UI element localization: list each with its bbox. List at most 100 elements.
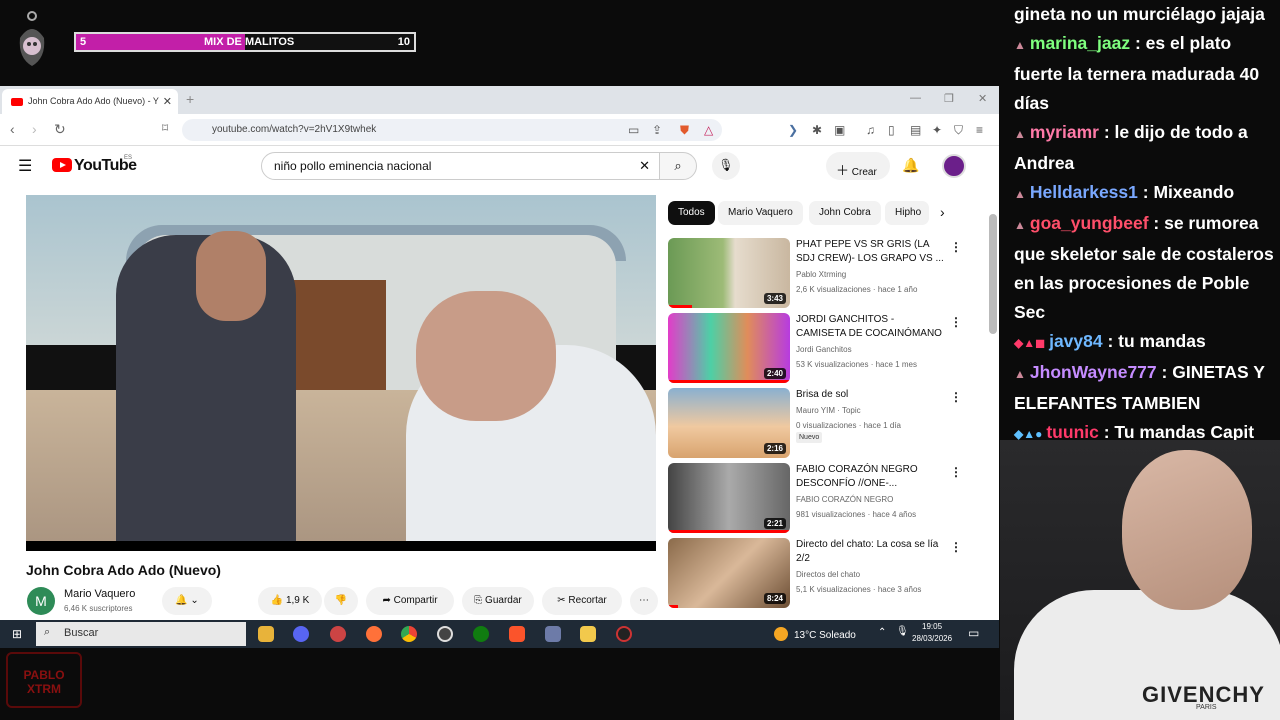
video-thumbnail[interactable]: 8:24 [668, 538, 790, 608]
more-vert-icon[interactable]: ⋮ [950, 390, 962, 404]
media-player-icon[interactable] [437, 626, 453, 642]
save-button[interactable]: ⎘ Guardar [462, 587, 534, 615]
address-bar[interactable]: youtube.com/watch?v=2hV1X9twhek [182, 119, 722, 141]
video-thumbnail[interactable]: 2:16 [668, 388, 790, 458]
chat-username[interactable]: JhonWayne777 [1030, 362, 1157, 382]
video-player[interactable] [26, 195, 656, 551]
chat-username[interactable]: marina_jaaz [1030, 33, 1130, 53]
file-explorer-icon[interactable] [580, 626, 596, 642]
chip-all[interactable]: Todos [668, 201, 715, 225]
browser-window: John Cobra Ado Ado (Nuevo) - Y ✕ + — ❐ ✕… [0, 86, 999, 620]
hamburger-menu-icon[interactable]: ☰ [18, 156, 32, 176]
channel-avatar[interactable]: M [27, 587, 55, 615]
discord-icon[interactable] [293, 626, 309, 642]
goal-progress-end: 10 [397, 36, 410, 48]
chip-john-cobra[interactable]: John Cobra [809, 201, 881, 225]
screenshot-icon[interactable]: ▣ [834, 123, 845, 137]
video-thumbnail[interactable]: 2:21 [668, 463, 790, 533]
brave-rewards-icon[interactable]: △ [704, 123, 713, 137]
weather-widget[interactable]: 13°C Soleado [774, 627, 856, 641]
notification-center-icon[interactable]: ▭ [968, 626, 979, 640]
recommendation-item[interactable]: 2:40 JORDI GANCHITOS - CAMISETA DE COCAI… [668, 313, 988, 383]
recommendation-item[interactable]: 3:43 PHAT PEPE VS SR GRIS (LA SDJ CREW)-… [668, 238, 988, 308]
music-icon[interactable]: ♫ [866, 123, 875, 137]
search-input[interactable]: niño pollo eminencia nacional ✕ [261, 152, 661, 180]
brave-shield-icon[interactable]: ⛊ [680, 123, 689, 138]
video-thumbnail[interactable]: 2:40 [668, 313, 790, 383]
wallet-icon[interactable]: ▤ [910, 123, 921, 137]
more-actions-button[interactable]: ⋯ [630, 587, 658, 615]
page-scrollbar[interactable] [989, 214, 997, 334]
close-window-icon[interactable]: ✕ [978, 92, 987, 105]
chat-username[interactable]: goa_yungbeef [1030, 213, 1149, 233]
app-icon-2[interactable] [545, 626, 561, 642]
system-clock[interactable]: 19:05 28/03/2026 [912, 621, 952, 645]
watch-progress-bar [668, 380, 790, 383]
reload-icon[interactable]: ↻ [54, 121, 66, 138]
store-icon[interactable] [258, 626, 274, 642]
obs-icon[interactable] [616, 626, 632, 642]
share-button[interactable]: ➦ Compartir [366, 587, 454, 615]
maximize-icon[interactable]: ❐ [944, 92, 954, 105]
more-vert-icon[interactable]: ⋮ [950, 465, 962, 479]
vpn-icon[interactable]: ⛉ [954, 123, 963, 138]
new-tab-icon[interactable]: + [186, 91, 194, 107]
video-channel: Mauro YIM · Topic [796, 406, 861, 415]
channel-subscribers: 6,46 K suscriptores [64, 604, 133, 613]
share-label: Compartir [393, 595, 438, 606]
close-tab-icon[interactable]: ✕ [163, 95, 172, 108]
chat-username[interactable]: myriamr [1030, 122, 1099, 142]
xbox-icon[interactable] [473, 626, 489, 642]
more-vert-icon[interactable]: ⋮ [950, 540, 962, 554]
puzzle-icon[interactable]: ✱ [812, 123, 822, 137]
chip-mario-vaquero[interactable]: Mario Vaquero [718, 201, 803, 225]
back-icon[interactable]: ‹ [10, 121, 15, 137]
subscription-bell-button[interactable]: 🔔 ⌄ [162, 587, 212, 615]
dislike-button[interactable]: 👎 [324, 587, 358, 615]
notifications-bell-icon[interactable]: 🔔 [902, 157, 919, 174]
windows-start-icon[interactable]: ⊞ [12, 627, 22, 641]
search-button[interactable]: ⌕ [659, 152, 697, 180]
chip-hiphop[interactable]: Hipho [885, 201, 929, 225]
app-icon[interactable] [330, 626, 346, 642]
share-icon[interactable]: ⇪ [652, 123, 662, 137]
chevron-up-icon[interactable]: ⌃ [878, 627, 886, 638]
chat-username[interactable]: tuunic [1046, 422, 1099, 442]
chat-username[interactable]: Helldarkess1 [1030, 182, 1138, 202]
clip-button[interactable]: ✂ Recortar [542, 587, 622, 615]
chrome-icon[interactable] [401, 626, 417, 642]
firefox-icon[interactable] [366, 626, 382, 642]
chat-username[interactable]: javy84 [1049, 331, 1103, 351]
microphone-tray-icon[interactable]: 🎙 [896, 626, 909, 637]
more-vert-icon[interactable]: ⋮ [950, 315, 962, 329]
badge-icon: ▲ [1014, 127, 1026, 141]
new-badge: Nuevo [796, 432, 823, 443]
sidebar-icon[interactable]: ▯ [888, 123, 895, 137]
voice-search-button[interactable]: 🎙 [712, 152, 740, 180]
brave-icon[interactable] [509, 626, 525, 642]
chevron-right-icon[interactable]: › [940, 204, 945, 220]
more-vert-icon[interactable]: ⋮ [950, 240, 962, 254]
like-button[interactable]: 👍 1,9 K [258, 587, 322, 615]
menu-icon[interactable]: ≡ [976, 123, 983, 137]
browser-tab[interactable]: John Cobra Ado Ado (Nuevo) - Y ✕ [2, 89, 178, 114]
taskbar-search[interactable]: ⌕ Buscar [36, 622, 246, 646]
cast-icon[interactable]: ▭ [628, 123, 639, 137]
channel-name[interactable]: Mario Vaquero [64, 588, 135, 600]
forward-icon[interactable]: › [32, 121, 37, 137]
weather-temp: 13°C [794, 630, 817, 641]
account-avatar[interactable] [942, 154, 966, 178]
more-icon: ⋯ [639, 595, 649, 606]
clear-search-icon[interactable]: ✕ [639, 158, 650, 174]
video-thumbnail[interactable]: 3:43 [668, 238, 790, 308]
recommendation-item[interactable]: 2:21 FABIO CORAZÓN NEGRO DESCONFÍO //ONE… [668, 463, 988, 533]
extension-icon[interactable]: ❯ [788, 123, 798, 137]
video-duration: 2:21 [763, 518, 786, 529]
minimize-icon[interactable]: — [910, 92, 921, 104]
recommendation-item[interactable]: 8:24 Directo del chato: La cosa se lía 2… [668, 538, 988, 608]
bookmark-icon[interactable]: ⌑ [162, 121, 168, 135]
create-button[interactable]: ＋ Crear [826, 152, 890, 180]
video-title: JORDI GANCHITOS - CAMISETA DE COCAINÓMAN… [796, 314, 942, 339]
recommendation-item[interactable]: 2:16 Brisa de sol Mauro YIM · Topic 0 vi… [668, 388, 988, 458]
leo-icon[interactable]: ✦ [932, 123, 942, 137]
